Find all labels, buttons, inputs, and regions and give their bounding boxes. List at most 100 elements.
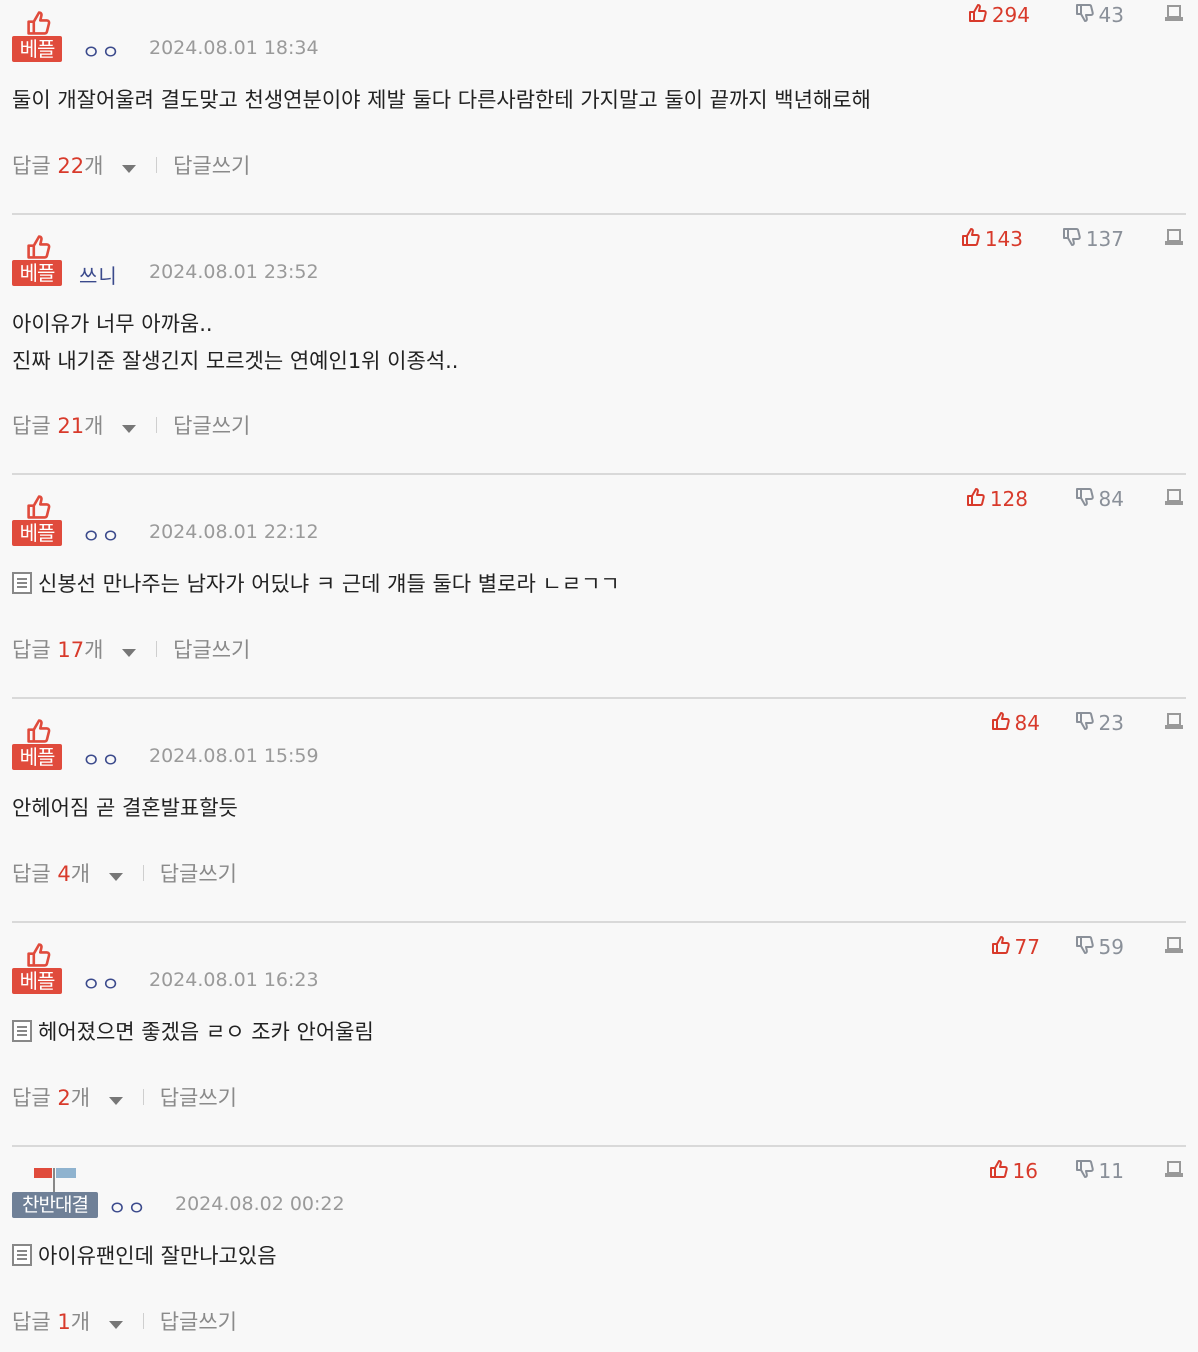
upvote-count: 294 <box>991 3 1030 27</box>
thumbs-down-icon <box>1075 3 1095 27</box>
comment-body: 둘이 개잘어울려 결도맞고 천생연분이야 제발 둘다 다른사람한테 가지말고 둘… <box>12 82 871 119</box>
reply-toggle[interactable]: 답글 22개 <box>12 150 137 180</box>
comment-body: 아이유팬인데 잘만나고있음 <box>12 1238 277 1278</box>
thumbs-up-icon <box>968 3 988 27</box>
downvote-button[interactable]: 43 <box>1075 0 1124 30</box>
author-nickname[interactable]: ㅇㅇ <box>82 744 121 773</box>
upvote-count: 16 <box>1012 1159 1038 1183</box>
comment-divider <box>12 1145 1186 1147</box>
upvote-button[interactable]: 143 <box>961 224 1023 254</box>
reply-suffix: 개 <box>70 862 91 886</box>
upvote-button[interactable]: 294 <box>968 0 1030 30</box>
downvote-count: 23 <box>1098 711 1124 735</box>
reply-toggle[interactable]: 답글 17개 <box>12 634 137 664</box>
reply-prefix: 답글 <box>12 154 58 178</box>
thumbs-down-icon <box>1075 487 1095 511</box>
comment-body: 헤어졌으면 좋겠음 ㄹㅇ 조카 안어울림 <box>12 1014 374 1054</box>
thumbs-down-icon <box>1075 711 1095 735</box>
separator <box>142 1313 144 1329</box>
author-nickname[interactable]: ㅇㅇ <box>108 1192 147 1221</box>
author-nickname[interactable]: 쓰니 <box>79 260 118 289</box>
caret-down-icon <box>122 154 137 178</box>
report-button[interactable] <box>1164 708 1184 738</box>
document-icon <box>12 1017 32 1054</box>
reply-toggle[interactable]: 답글 2개 <box>12 1082 123 1112</box>
reply-toggle[interactable]: 답글 1개 <box>12 1306 123 1336</box>
comment-divider <box>12 697 1186 699</box>
report-icon <box>1164 488 1184 510</box>
report-icon <box>1164 4 1184 26</box>
separator <box>156 641 158 657</box>
downvote-button[interactable]: 137 <box>1062 224 1124 254</box>
report-button[interactable] <box>1164 484 1184 514</box>
downvote-button[interactable]: 59 <box>1075 932 1124 962</box>
comment-date: 2024.08.01 23:52 <box>149 261 319 283</box>
report-icon <box>1164 1160 1184 1182</box>
reply-suffix: 개 <box>84 154 104 178</box>
reply-prefix: 답글 <box>12 1086 58 1110</box>
downvote-count: 59 <box>1098 935 1124 959</box>
comment-divider <box>12 921 1186 923</box>
reply-count: 21 <box>57 414 85 438</box>
thumbs-up-icon <box>991 711 1011 735</box>
write-reply-link[interactable]: 답글쓰기 <box>160 858 237 888</box>
caret-down-icon <box>108 1310 123 1334</box>
badge-label: 베플 <box>12 260 62 286</box>
comment-date: 2024.08.01 15:59 <box>149 745 319 767</box>
comment-date: 2024.08.02 00:22 <box>175 1193 345 1215</box>
reply-bar: 답글 2개 답글쓰기 <box>12 1082 237 1112</box>
reply-count: 22 <box>57 154 85 178</box>
caret-down-icon <box>122 414 137 438</box>
report-icon <box>1164 936 1184 958</box>
comment-text: 둘이 개잘어울려 결도맞고 천생연분이야 제발 둘다 다른사람한테 가지말고 둘… <box>12 88 871 112</box>
reply-bar: 답글 17개 답글쓰기 <box>12 634 250 664</box>
write-reply-link[interactable]: 답글쓰기 <box>173 634 250 664</box>
best-badge: 베플 <box>12 10 64 64</box>
thumbs-up-icon <box>989 1159 1009 1183</box>
upvote-button[interactable]: 16 <box>989 1156 1038 1186</box>
reply-bar: 답글 4개 답글쓰기 <box>12 858 237 888</box>
report-button[interactable] <box>1164 932 1184 962</box>
downvote-button[interactable]: 23 <box>1075 708 1124 738</box>
separator <box>156 157 158 173</box>
report-button[interactable] <box>1164 224 1184 254</box>
reply-toggle[interactable]: 답글 4개 <box>12 858 123 888</box>
comment-text: 아이유팬인데 잘만나고있음 <box>38 1244 277 1268</box>
write-reply-link[interactable]: 답글쓰기 <box>160 1082 237 1112</box>
thumbs-down-icon <box>1075 935 1095 959</box>
reply-prefix: 답글 <box>12 414 58 438</box>
reply-bar: 답글 1개 답글쓰기 <box>12 1306 237 1336</box>
write-reply-link[interactable]: 답글쓰기 <box>173 150 250 180</box>
report-icon <box>1164 228 1184 250</box>
downvote-button[interactable]: 11 <box>1075 1156 1124 1186</box>
caret-down-icon <box>122 638 137 662</box>
reply-suffix: 개 <box>70 1086 91 1110</box>
upvote-count: 77 <box>1014 935 1040 959</box>
versus-badge: 찬반대결 <box>12 1166 102 1220</box>
upvote-button[interactable]: 77 <box>991 932 1040 962</box>
author-nickname[interactable]: ㅇㅇ <box>82 36 121 65</box>
report-button[interactable] <box>1164 0 1184 30</box>
author-nickname[interactable]: ㅇㅇ <box>82 968 121 997</box>
report-button[interactable] <box>1164 1156 1184 1186</box>
caret-down-icon <box>108 1086 123 1110</box>
upvote-button[interactable]: 84 <box>991 708 1040 738</box>
reply-count: 1 <box>57 1310 71 1334</box>
write-reply-link[interactable]: 답글쓰기 <box>160 1306 237 1336</box>
thumbs-down-icon <box>1062 227 1082 251</box>
upvote-count: 143 <box>984 227 1023 251</box>
comment-text: 신봉선 만나주는 남자가 어딨냐 ㅋ 근데 걔들 둘다 별로라 ㄴㄹㄱㄱ <box>38 572 620 596</box>
comment-text: 헤어졌으면 좋겠음 ㄹㅇ 조카 안어울림 <box>38 1020 374 1044</box>
reply-toggle[interactable]: 답글 21개 <box>12 410 137 440</box>
comment-text: 아이유가 너무 아까움.. 진짜 내기준 잘생긴지 모르겟는 연예인1위 이종석… <box>12 312 459 373</box>
downvote-count: 137 <box>1085 227 1124 251</box>
write-reply-link[interactable]: 답글쓰기 <box>173 410 250 440</box>
downvote-button[interactable]: 84 <box>1075 484 1124 514</box>
author-nickname[interactable]: ㅇㅇ <box>82 520 121 549</box>
upvote-button[interactable]: 128 <box>966 484 1028 514</box>
reply-prefix: 답글 <box>12 1310 58 1334</box>
downvote-count: 84 <box>1098 487 1124 511</box>
badge-label: 베플 <box>12 968 62 994</box>
badge-label: 베플 <box>12 520 62 546</box>
separator <box>142 865 144 881</box>
